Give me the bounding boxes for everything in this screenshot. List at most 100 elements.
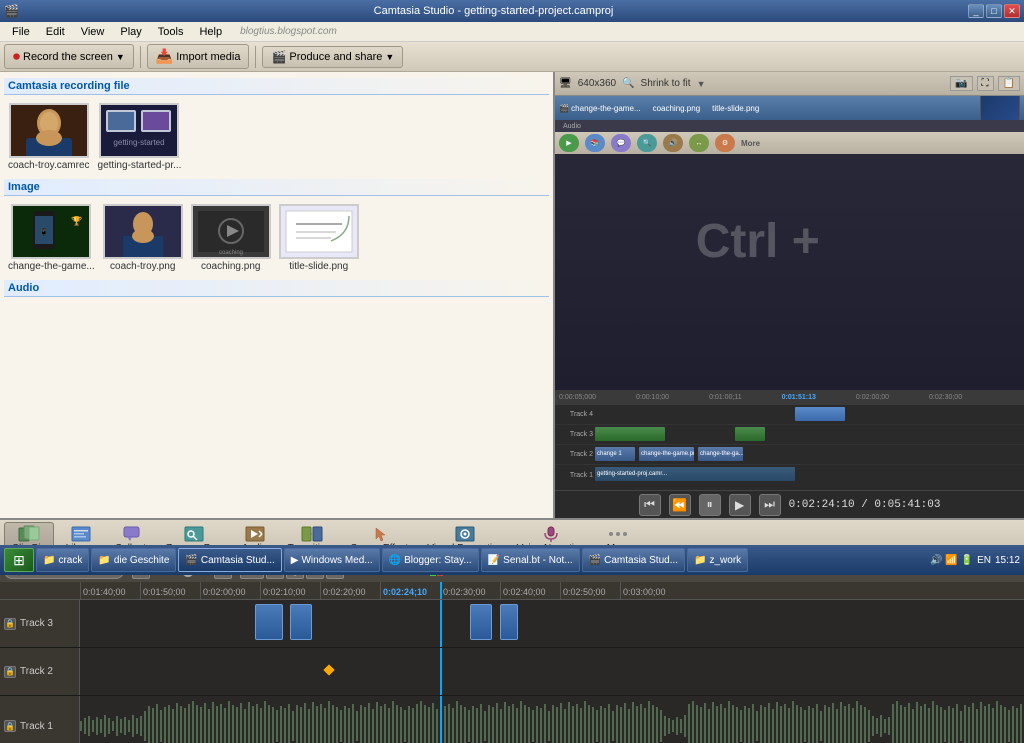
time-display: 0:02:24:10 / 0:05:41:03 (789, 499, 941, 511)
taskbar-label: crack (58, 555, 82, 566)
table-row: 🔒 Track 1 // Generate waveform as SVG pa… (0, 696, 1024, 743)
recording-grid: coach-troy.camrec getting-started g (4, 97, 549, 177)
svg-text:coaching: coaching (219, 250, 243, 256)
menu-help[interactable]: Help (191, 24, 230, 40)
time-current: 0:02:24:10 (789, 499, 855, 511)
minimize-button[interactable]: _ (968, 4, 984, 18)
track-1-header: 🔒 Track 1 (0, 696, 80, 743)
menu-play[interactable]: Play (112, 24, 149, 40)
callouts-icon (122, 525, 144, 543)
window-controls: _ □ ✕ (968, 4, 1020, 18)
taskbar-item-die-geschite[interactable]: 📁 die Geschite (91, 548, 176, 572)
preview-full-btn[interactable]: ⛶ (977, 76, 994, 91)
track-2-content[interactable] (80, 648, 1024, 695)
track-3-content[interactable] (80, 600, 1024, 647)
produce-dropdown-icon[interactable]: ▼ (385, 52, 394, 62)
visual-properties-icon (454, 525, 476, 543)
skip-end-button[interactable]: ⏭ (759, 494, 781, 516)
clip-thumb-change-game: 📱 🏆 (11, 204, 91, 259)
skip-start-button[interactable]: ⏮ (639, 494, 661, 516)
list-item[interactable]: 📱 🏆 change-the-game... (8, 204, 95, 272)
taskbar-item-crack[interactable]: 📁 crack (36, 548, 89, 572)
list-item[interactable]: title-slide.png (279, 204, 359, 272)
taskbar-icon: 📁 (98, 555, 110, 566)
list-item[interactable]: coaching coaching.png (191, 204, 271, 272)
track-playhead (440, 600, 442, 647)
preview-copy-btn[interactable]: 📋 (998, 76, 1020, 91)
produce-share-button[interactable]: 🎬 Produce and share ▼ (262, 46, 403, 68)
clip-label: coach-troy.camrec (8, 160, 90, 171)
ctrl-watermark: Ctrl + (696, 214, 820, 269)
record-dropdown-icon[interactable]: ▼ (116, 52, 125, 62)
track-2-header: 🔒 Track 2 (0, 648, 80, 695)
taskbar-item-blogger[interactable]: 🌐 Blogger: Stay... (382, 548, 479, 572)
tray-lang: EN (977, 555, 991, 566)
clip-thumb-title-slide (279, 204, 359, 259)
section-image: Image (4, 179, 549, 196)
clip-block[interactable] (500, 604, 518, 640)
ruler-mark: 0:02:30;00 (440, 582, 500, 599)
clip-block[interactable] (470, 604, 492, 640)
taskbar: ⊞ 📁 crack 📁 die Geschite 🎬 Camtasia Stud… (0, 545, 1024, 575)
app-icon: 🎬 (4, 4, 19, 18)
clip-content[interactable]: Camtasia recording file coach-troy.camre… (0, 72, 553, 518)
preview-screen: 🎬 change-the-game... coaching.png title-… (555, 96, 1024, 490)
taskbar-icon: 📁 (43, 555, 55, 566)
track-3-label: Track 3 (20, 618, 53, 629)
menu-tools[interactable]: Tools (150, 24, 192, 40)
clip-label: title-slide.png (289, 261, 348, 272)
playback-bar: ⏮ ⏪ ⏸ ▶ ⏭ 0:02:24:10 / 0:05:41:03 (555, 490, 1024, 518)
record-screen-button[interactable]: ⏺ Record the screen ▼ (4, 44, 134, 69)
track-2-label: Track 2 (20, 666, 53, 677)
more-icon (607, 525, 629, 543)
transitions-icon (301, 525, 323, 543)
list-item[interactable]: getting-started getting-started-pr... (98, 103, 182, 171)
watermark: blogtius.blogspot.com (240, 26, 337, 37)
section-audio: Audio (4, 280, 549, 297)
import-media-button[interactable]: 📥 Import media (147, 44, 250, 69)
menu-file[interactable]: File (4, 24, 38, 40)
play-button[interactable]: ▶ (729, 494, 751, 516)
tracks-area: 🔒 Track 3 🔒 Track 2 (0, 600, 1024, 743)
taskbar-item-senal[interactable]: 📝 Senal.bt - Not... (481, 548, 580, 572)
taskbar-item-zwork[interactable]: 📁 z_work (687, 548, 748, 572)
maximize-button[interactable]: □ (986, 4, 1002, 18)
image-grid: 📱 🏆 change-the-game... (4, 198, 549, 278)
menu-edit[interactable]: Edit (38, 24, 73, 40)
list-item[interactable]: coach-troy.png (103, 204, 183, 272)
preview-snap-btn[interactable]: 📷 (950, 76, 972, 91)
zoom-dropdown-icon[interactable]: ▼ (697, 79, 706, 89)
clock-time: 15:12 (995, 554, 1020, 567)
svg-text:getting-started: getting-started (114, 138, 165, 147)
clip-block[interactable] (290, 604, 312, 640)
menu-bar: File Edit View Play Tools Help blogtius.… (0, 22, 1024, 42)
playhead[interactable] (440, 582, 442, 599)
track-1-content[interactable]: // Generate waveform as SVG path (80, 696, 1024, 743)
taskbar-icon: 📝 (488, 555, 500, 566)
ruler-mark: 0:01:50;00 (140, 582, 200, 599)
menu-view[interactable]: View (73, 24, 113, 40)
start-button[interactable]: ⊞ (4, 548, 34, 572)
taskbar-item-windows-media[interactable]: ▶ Windows Med... (284, 548, 380, 572)
rewind-button[interactable]: ⏪ (669, 494, 691, 516)
track-1-label: Track 1 (20, 721, 53, 732)
waveform-svg: // Generate waveform as SVG path (80, 696, 1024, 743)
ruler-mark: 0:01:40;00 (80, 582, 140, 599)
clip-thumb-coach-troy-png (103, 204, 183, 259)
track-2-lock[interactable]: 🔒 (4, 666, 16, 678)
clip-block[interactable] (255, 604, 283, 640)
taskbar-item-camtasia[interactable]: 🎬 Camtasia Stud... (178, 548, 281, 572)
table-row: 🔒 Track 3 (0, 600, 1024, 648)
search-icon: 🔍 (622, 78, 634, 89)
close-button[interactable]: ✕ (1004, 4, 1020, 18)
clip-label: coach-troy.png (110, 261, 175, 272)
track-1-lock[interactable]: 🔒 (4, 720, 16, 732)
taskbar-item-camtasia2[interactable]: 🎬 Camtasia Stud... (582, 548, 685, 572)
track-3-lock[interactable]: 🔒 (4, 618, 16, 630)
track-playhead (440, 648, 442, 695)
clip-bin-icon (18, 525, 40, 543)
list-item[interactable]: coach-troy.camrec (8, 103, 90, 171)
tray-icons: 🔊 📶 🔋 (930, 555, 973, 566)
pause-button[interactable]: ⏸ (699, 494, 721, 516)
taskbar-label: Senal.bt - Not... (503, 555, 572, 566)
